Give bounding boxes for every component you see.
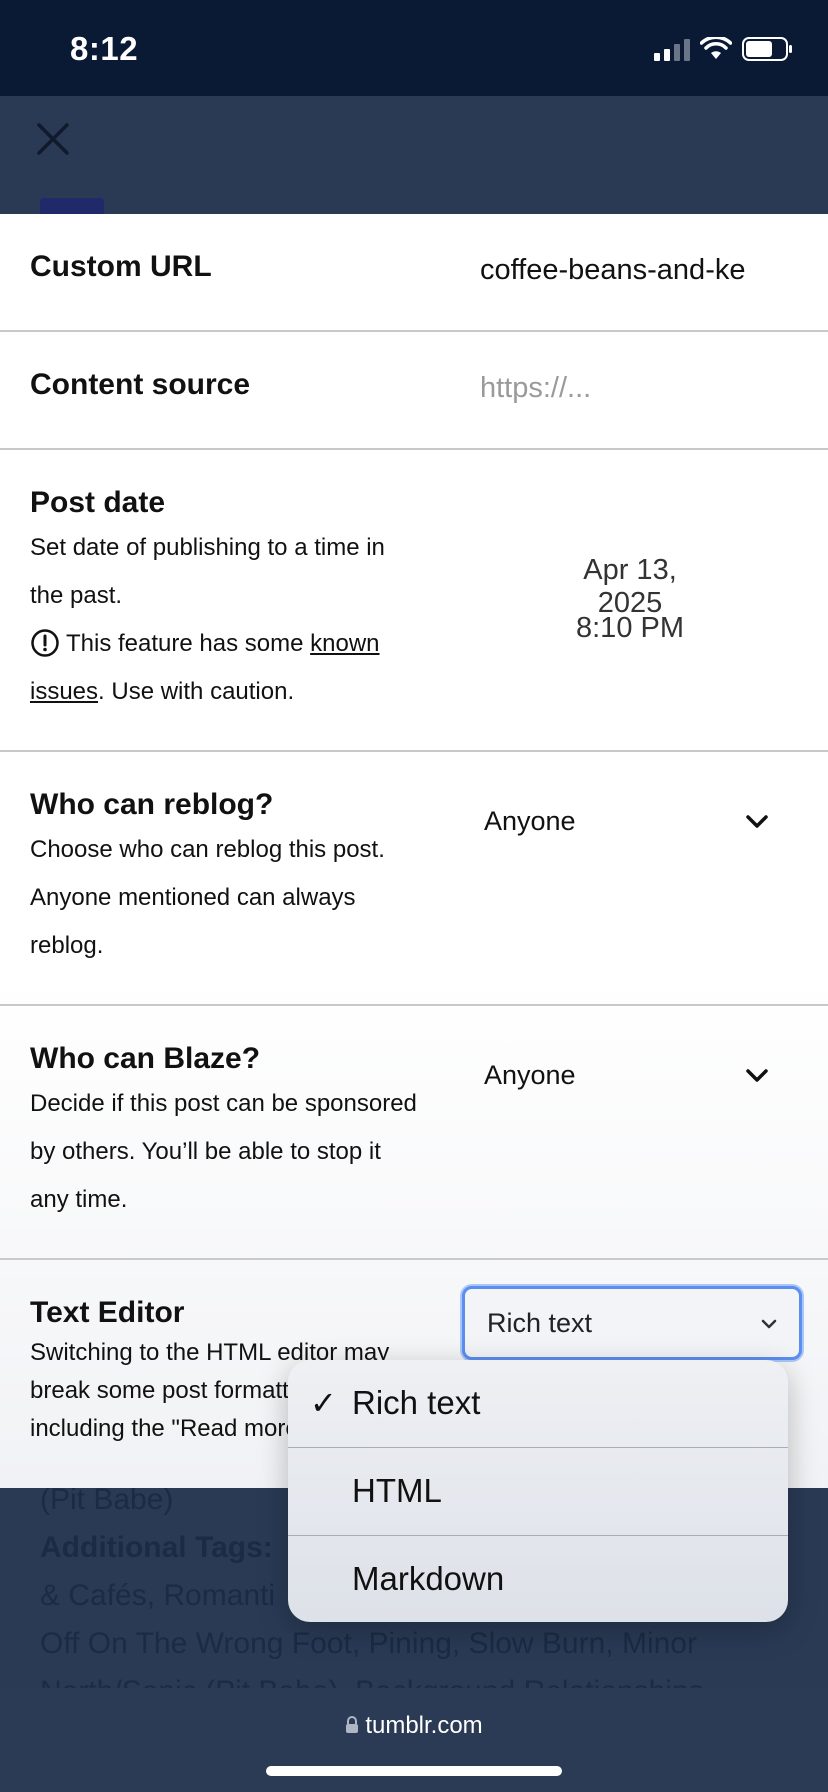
post-date-label: Post date bbox=[30, 486, 166, 519]
additional-tags-label: Additional Tags: bbox=[40, 1531, 273, 1564]
reblog-row: Who can reblog? Choose who can reblog th… bbox=[0, 752, 828, 1006]
known-issues-link-cont[interactable]: issues bbox=[30, 678, 98, 705]
chevron-down-icon[interactable] bbox=[745, 814, 769, 830]
blaze-label: Who can Blaze? bbox=[30, 1042, 261, 1075]
custom-url-input[interactable]: coffee-beans-and-ke bbox=[480, 254, 828, 287]
blaze-desc-line: by others. You’ll be able to stop it bbox=[30, 1138, 381, 1165]
content-source-label: Content source bbox=[30, 368, 251, 401]
text-editor-label: Text Editor bbox=[30, 1296, 185, 1329]
reblog-description: Choose who can reblog this post. Anyone … bbox=[30, 826, 470, 970]
content-source-row: Content source https://... bbox=[0, 332, 828, 450]
post-date-description: Set date of publishing to a time in the … bbox=[30, 524, 470, 716]
post-date-desc-line: Set date of publishing to a time in bbox=[30, 534, 385, 561]
address-url[interactable]: tumblr.com bbox=[0, 1712, 828, 1740]
reblog-desc-line: Choose who can reblog this post. bbox=[30, 836, 385, 863]
status-icons bbox=[654, 36, 794, 62]
post-date-row: Post date Set date of publishing to a ti… bbox=[0, 450, 828, 752]
menu-item-label: HTML bbox=[352, 1472, 442, 1509]
status-bar: 8:12 bbox=[0, 0, 828, 96]
blaze-desc-line: any time. bbox=[30, 1186, 128, 1213]
text-editor-select[interactable]: Rich text bbox=[462, 1286, 802, 1360]
cellular-signal-icon bbox=[654, 37, 690, 61]
warning-circle-icon bbox=[31, 629, 59, 657]
blog-avatar-thumbnail bbox=[40, 198, 104, 214]
menu-item-markdown[interactable]: Markdown bbox=[288, 1536, 788, 1622]
wifi-icon bbox=[700, 37, 732, 59]
checkmark-icon: ✓ bbox=[310, 1385, 337, 1421]
text-editor-dropdown-menu: ✓ Rich text HTML Markdown bbox=[288, 1360, 788, 1622]
reblog-desc-line: Anyone mentioned can always bbox=[30, 884, 356, 911]
post-date-time[interactable]: 8:10 PM bbox=[550, 612, 710, 645]
reblog-label: Who can reblog? bbox=[30, 788, 274, 821]
menu-item-label: Markdown bbox=[352, 1560, 505, 1597]
blaze-row: Who can Blaze? Decide if this post can b… bbox=[0, 1006, 828, 1260]
home-indicator[interactable] bbox=[266, 1766, 562, 1776]
menu-item-rich-text[interactable]: ✓ Rich text bbox=[288, 1360, 788, 1448]
menu-item-html[interactable]: HTML bbox=[288, 1448, 788, 1536]
warning-text-end: . Use with caution. bbox=[98, 678, 295, 705]
chevron-down-icon[interactable] bbox=[745, 1068, 769, 1084]
post-date-date[interactable]: Apr 13, 2025 bbox=[550, 554, 710, 620]
custom-url-label: Custom URL bbox=[30, 250, 212, 283]
status-time: 8:12 bbox=[70, 30, 139, 67]
blaze-desc-line: Decide if this post can be sponsored bbox=[30, 1090, 417, 1117]
blaze-select[interactable]: Anyone bbox=[484, 1060, 576, 1091]
blaze-description: Decide if this post can be sponsored by … bbox=[30, 1080, 470, 1224]
browser-address-bar: tumblr.com bbox=[0, 1688, 828, 1792]
post-date-warning: This feature has some known bbox=[30, 620, 470, 668]
post-date-warning-cont: issues. Use with caution. bbox=[30, 668, 470, 716]
bg-text-line: Off On The Wrong Foot, Pining, Slow Burn… bbox=[40, 1627, 697, 1660]
battery-icon bbox=[742, 37, 792, 61]
known-issues-link[interactable]: known bbox=[310, 630, 379, 657]
text-editor-select-value: Rich text bbox=[487, 1308, 593, 1338]
content-source-input[interactable]: https://... bbox=[480, 372, 591, 405]
custom-url-row: Custom URL coffee-beans-and-ke bbox=[0, 214, 828, 332]
url-text: tumblr.com bbox=[365, 1712, 483, 1739]
post-date-desc-line: the past. bbox=[30, 582, 123, 609]
reblog-desc-line: reblog. bbox=[30, 932, 104, 959]
lock-icon bbox=[346, 1716, 359, 1733]
close-icon[interactable] bbox=[36, 122, 70, 156]
menu-item-label: Rich text bbox=[352, 1384, 481, 1421]
chevron-down-icon bbox=[761, 1319, 777, 1329]
reblog-select[interactable]: Anyone bbox=[484, 806, 576, 837]
warning-text: This feature has some bbox=[66, 630, 311, 657]
